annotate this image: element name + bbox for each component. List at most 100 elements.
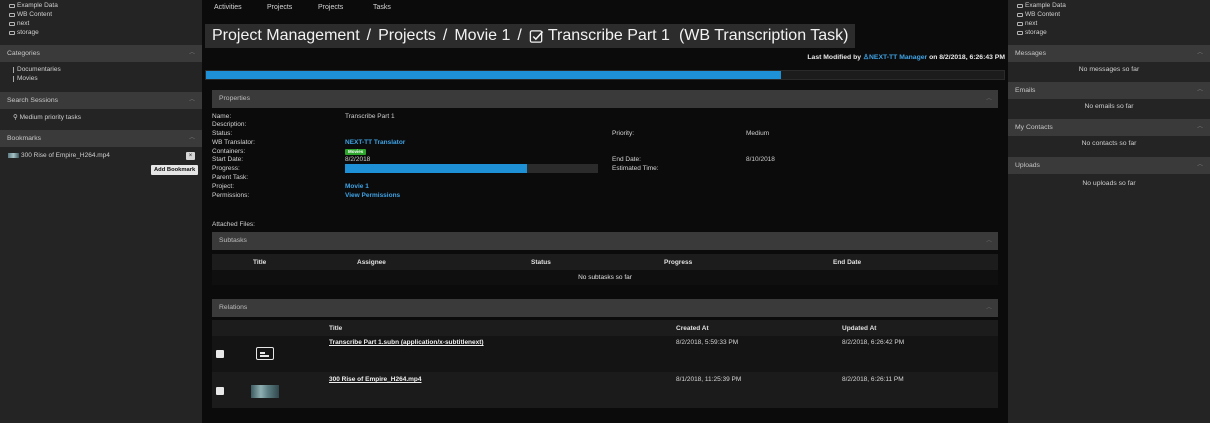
nav-tasks[interactable]: Tasks [373,4,391,11]
breadcrumb-separator: / [517,27,522,44]
folder-icon [1017,21,1023,26]
last-modified: Last Modified by ♙NEXT-TT Manager on 8/2… [807,54,1005,61]
chevron-up-icon: ︿ [1196,162,1203,168]
folder-icon [1017,30,1023,35]
chevron-up-icon: ︿ [1196,50,1203,56]
search-sessions-header[interactable]: Search Sessions ︿ [0,92,202,109]
folder-icon [9,30,15,35]
nav-projects-2[interactable]: Projects [318,4,373,11]
bookmark-item[interactable]: 300 Rise of Empire_H264.mp4 [8,152,110,159]
task-progress-fill [206,71,781,79]
relation-title-link[interactable]: 300 Rise of Empire_H264.mp4 [329,376,422,383]
prop-name-value: Transcribe Part 1 [345,113,395,120]
table-row[interactable]: Transcribe Part 1.subn (application/x-su… [212,336,998,372]
emails-header[interactable]: Emails ︿ [1008,82,1210,99]
tree-item-next[interactable]: next [1017,19,1210,28]
row-checkbox[interactable] [216,387,224,395]
relation-title-link[interactable]: Transcribe Part 1.subn (application/x-su… [329,339,484,346]
col-progress[interactable]: Progress [664,259,692,266]
chevron-up-icon: ︿ [985,96,992,102]
prop-description-label: Description: [212,121,247,128]
nav-activities[interactable]: Activities [214,4,267,11]
breadcrumb-projects[interactable]: Projects [378,27,436,45]
right-sidebar: Example Data WB Content next storage Mes… [1008,0,1210,423]
top-nav: Activities Projects Projects Tasks [214,4,391,11]
task-progress-bar [205,70,1005,80]
category-marker [13,66,14,73]
chevron-up-icon: ︿ [985,305,992,311]
col-updated-at[interactable]: Updated At [842,325,876,332]
relation-updated: 8/2/2018, 6:26:42 PM [842,339,905,346]
uploads-header[interactable]: Uploads ︿ [1008,157,1210,174]
relation-created: 8/2/2018, 5:59:33 PM [676,339,739,346]
search-session-item[interactable]: ⚲ Medium priority tasks [13,113,81,121]
prop-end-label: End Date: [612,156,641,163]
tree-item-wb-content[interactable]: WB Content [9,10,202,19]
tree-item-storage[interactable]: storage [1017,28,1210,37]
prop-translator-link[interactable]: NEXT-TT Translator [345,138,405,147]
tree-item-next[interactable]: next [9,19,202,28]
last-modified-user-link[interactable]: NEXT-TT Manager [869,54,927,61]
progress-bar [345,164,598,173]
col-title[interactable]: Title [329,325,342,332]
search-icon: ⚲ [13,114,18,121]
tree-item-example-data[interactable]: Example Data [1017,1,1210,10]
prop-permissions-label: Permissions: [212,192,250,199]
row-checkbox[interactable] [216,350,224,358]
chevron-up-icon: ︿ [985,238,992,244]
task-type: (WB Transcription Task) [678,27,849,44]
chevron-up-icon: ︿ [188,135,195,141]
messages-empty: No messages so far [1078,66,1140,73]
prop-project-label: Project: [212,183,235,190]
breadcrumb: Project Management / Projects / Movie 1 … [205,24,856,48]
subtasks-header[interactable]: Subtasks ︿ [212,232,998,250]
folder-icon [1017,3,1023,8]
prop-priority-value: Medium [746,130,770,137]
relations-header[interactable]: Relations ︿ [212,299,998,317]
chevron-up-icon: ︿ [188,50,195,56]
category-movies[interactable]: Movies [13,75,38,82]
nav-projects[interactable]: Projects [267,4,318,11]
relation-created: 8/1/2018, 11:25:39 PM [676,376,742,383]
add-bookmark-button[interactable]: Add Bookmark [151,165,199,175]
breadcrumb-separator: / [366,27,372,44]
table-row[interactable]: 300 Rise of Empire_H264.mp4 8/1/2018, 11… [212,372,998,408]
prop-project-link[interactable]: Movie 1 [345,182,369,191]
breadcrumb-movie[interactable]: Movie 1 [454,27,510,45]
prop-translator-label: WB Translator: [212,139,255,146]
prop-estimated-label: Estimated Time: [612,165,659,172]
relations-table: Title Created At Updated At Transcribe P… [212,320,998,408]
col-assignee[interactable]: Assignee [357,259,386,266]
uploads-empty: No uploads so far [1082,180,1136,187]
view-permissions-link[interactable]: View Permissions [345,191,400,200]
categories-header[interactable]: Categories ︿ [0,45,202,62]
col-end-date[interactable]: End Date [833,259,861,266]
tree-item-example-data[interactable]: Example Data [9,1,202,10]
col-title[interactable]: Title [253,259,266,266]
prop-priority-label: Priority: [612,130,635,137]
tree-item-storage[interactable]: storage [9,28,202,37]
bookmarks-header[interactable]: Bookmarks ︿ [0,130,202,147]
category-documentaries[interactable]: Documentaries [13,66,61,73]
folder-icon [1017,12,1023,17]
breadcrumb-project-management[interactable]: Project Management [212,27,360,45]
main-content: Activities Projects Projects Tasks Proje… [202,0,1008,423]
page-title: Transcribe Part 1 [547,27,670,44]
subtitle-file-icon [256,347,274,360]
col-status[interactable]: Status [531,259,551,266]
emails-empty: No emails so far [1084,103,1134,110]
video-thumbnail [251,385,279,398]
prop-status-label: Status: [212,130,233,137]
folder-icon [9,12,15,17]
relation-updated: 8/2/2018, 6:26:11 PM [842,376,904,383]
close-icon[interactable]: × [186,152,195,160]
folder-icon [9,3,15,8]
contacts-header[interactable]: My Contacts ︿ [1008,119,1210,136]
properties-header[interactable]: Properties ︿ [212,90,998,108]
tree-item-wb-content[interactable]: WB Content [1017,10,1210,19]
progress-fill [345,164,528,173]
col-created-at[interactable]: Created At [676,325,709,332]
folder-icon [9,21,15,26]
messages-header[interactable]: Messages ︿ [1008,45,1210,62]
attached-files-label: Attached Files: [212,221,255,228]
